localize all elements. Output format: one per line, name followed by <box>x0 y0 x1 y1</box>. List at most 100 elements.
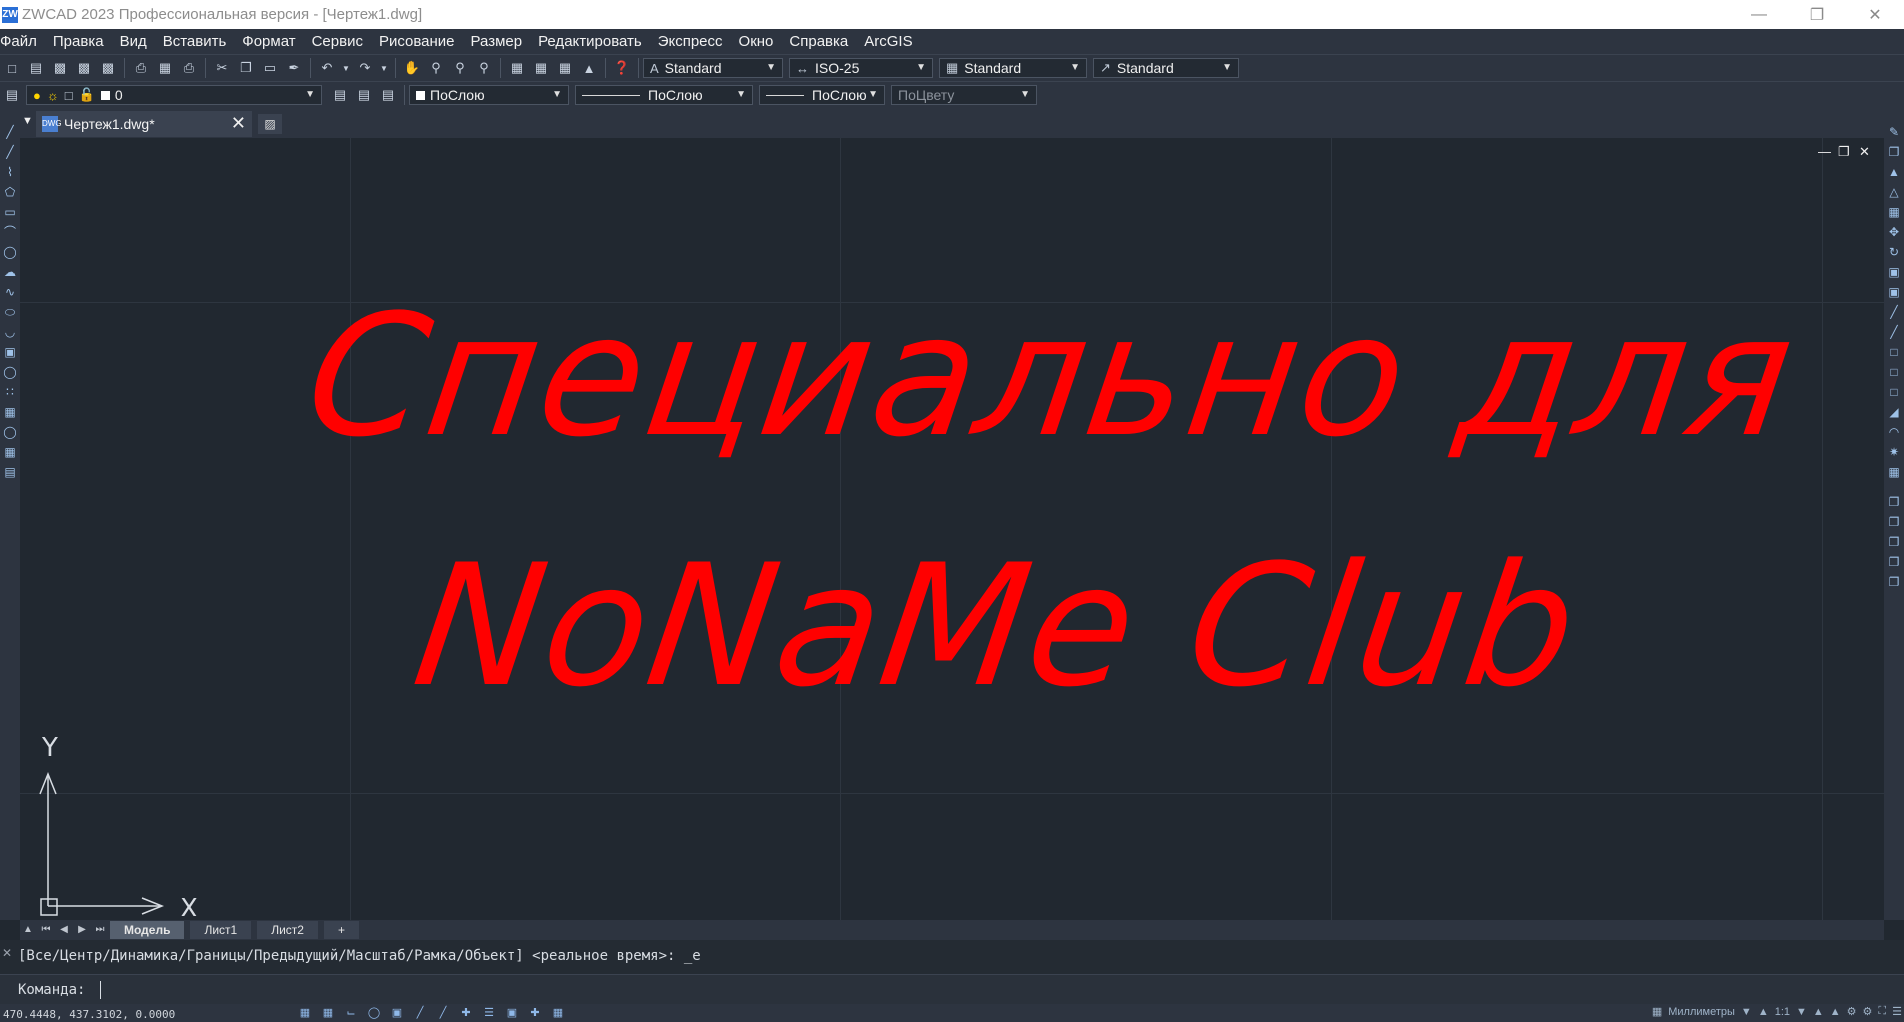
help-icon[interactable]: ❓ <box>612 58 632 78</box>
design-center-icon[interactable]: ▦ <box>531 58 551 78</box>
copy-icon[interactable]: ❐ <box>236 58 256 78</box>
annotation-monitor-icon[interactable]: ▦ <box>549 1005 567 1021</box>
chevron-down-icon[interactable]: ▼ <box>1796 1006 1807 1018</box>
restore-button[interactable]: ❐ <box>1788 0 1846 29</box>
layer-select[interactable]: ● ☼ □ 🔓 0 ▼ <box>26 85 322 105</box>
tab-list-arrow-icon[interactable]: ▼ <box>22 115 33 127</box>
menu-edit[interactable]: Правка <box>45 33 112 50</box>
new-file-icon[interactable]: □ <box>2 58 22 78</box>
tab-sheet2[interactable]: Лист2 <box>257 921 318 939</box>
edit-properties-icon[interactable]: ▦ <box>1886 464 1902 480</box>
menu-file[interactable]: Файл <box>0 33 45 50</box>
draw-order-front-icon[interactable]: ❐ <box>1886 494 1902 510</box>
make-block-icon[interactable]: ◯ <box>2 364 18 380</box>
print-preview-icon[interactable]: ▦ <box>155 58 175 78</box>
selection-cycling-icon[interactable]: ✚ <box>526 1005 544 1021</box>
drawing-text-line2[interactable]: NoNaMe Club <box>404 528 1589 724</box>
draw-order-above-icon[interactable]: ❐ <box>1886 534 1902 550</box>
undo-dropdown-icon[interactable]: ▼ <box>341 58 351 78</box>
polyline-icon[interactable]: ⌇ <box>2 164 18 180</box>
zoom-window-icon[interactable]: ⚲ <box>450 58 470 78</box>
hatch-icon[interactable]: ▦ <box>2 404 18 420</box>
copy-object-icon[interactable]: ❐ <box>1886 144 1902 160</box>
first-tab-icon[interactable]: ⏮ <box>38 922 54 938</box>
revision-cloud-icon[interactable]: ☁ <box>2 264 18 280</box>
spline-icon[interactable]: ∿ <box>2 284 18 300</box>
close-window-button[interactable]: ✕ <box>1846 0 1904 29</box>
lineweight-toggle-icon[interactable]: ☰ <box>480 1005 498 1021</box>
dim-style-select[interactable]: ↔ ISO-25 ▼ <box>789 58 933 78</box>
drawing-canvas[interactable]: — ❐ ✕ Специально для NoNaMe Club Y X <box>20 138 1884 920</box>
text-style-select[interactable]: A Standard ▼ <box>643 58 783 78</box>
viewport-restore-icon[interactable]: ❐ <box>1838 144 1850 160</box>
mleader-style-select[interactable]: ↗ Standard ▼ <box>1093 58 1239 78</box>
insert-block-icon[interactable]: ▣ <box>2 344 18 360</box>
draw-order-under-icon[interactable]: ❐ <box>1886 554 1902 570</box>
paste-icon[interactable]: ▭ <box>260 58 280 78</box>
region-icon[interactable]: ◯ <box>2 424 18 440</box>
menu-view[interactable]: Вид <box>112 33 155 50</box>
menu-tools[interactable]: Сервис <box>304 33 371 50</box>
open-folder-icon[interactable]: ▤ <box>26 58 46 78</box>
pan-hand-icon[interactable]: ✋ <box>402 58 422 78</box>
print-icon[interactable]: ⎙ <box>131 58 151 78</box>
viewport-close-icon[interactable]: ✕ <box>1859 144 1870 160</box>
annotation-visibility-icon[interactable]: ▲ <box>1813 1006 1824 1018</box>
customization-menu-icon[interactable]: ☰ <box>1892 1005 1902 1018</box>
annotation-scale-value[interactable]: 1:1 <box>1775 1006 1790 1018</box>
last-tab-icon[interactable]: ⏭ <box>92 922 108 938</box>
redo-icon[interactable]: ↷ <box>355 58 375 78</box>
menu-window[interactable]: Окно <box>731 33 782 50</box>
offset-icon[interactable]: △ <box>1886 184 1902 200</box>
polar-toggle-icon[interactable]: ◯ <box>365 1005 383 1021</box>
cut-icon[interactable]: ✂ <box>212 58 232 78</box>
transparency-toggle-icon[interactable]: ▣ <box>503 1005 521 1021</box>
mirror-icon[interactable]: ▲ <box>1886 164 1902 180</box>
chevron-down-icon[interactable]: ▼ <box>1741 1006 1752 1018</box>
menu-dimension[interactable]: Размер <box>463 33 531 50</box>
erase-icon[interactable]: ✎ <box>1886 124 1902 140</box>
new-tab-button[interactable]: ▨ <box>258 114 282 134</box>
point-icon[interactable]: ∷ <box>2 384 18 400</box>
array-icon[interactable]: ▦ <box>1886 204 1902 220</box>
snap-toggle-icon[interactable]: ▦ <box>319 1005 337 1021</box>
ortho-toggle-icon[interactable]: ⌙ <box>342 1005 360 1021</box>
dynamic-ucs-icon[interactable]: ╱ <box>434 1005 452 1021</box>
menu-insert[interactable]: Вставить <box>155 33 235 50</box>
add-layout-tab[interactable]: + <box>323 921 359 939</box>
zoom-realtime-icon[interactable]: ⚲ <box>426 58 446 78</box>
text-to-front-icon[interactable]: ❐ <box>1886 574 1902 590</box>
fullscreen-icon[interactable]: ⛶ <box>1878 1005 1886 1018</box>
trim-icon[interactable]: ╱ <box>1886 304 1902 320</box>
table-icon[interactable]: ▦ <box>2 444 18 460</box>
tab-sheet1[interactable]: Лист1 <box>190 921 252 939</box>
drawing-text-line1[interactable]: Специально для <box>296 278 1806 474</box>
close-command-icon[interactable]: ✕ <box>2 946 12 960</box>
layer-states-icon[interactable]: ▤ <box>378 85 398 105</box>
command-input[interactable] <box>100 981 1880 999</box>
menu-help[interactable]: Справка <box>781 33 856 50</box>
line-icon[interactable]: ╱ <box>2 124 18 140</box>
fillet-icon[interactable]: ◠ <box>1886 424 1902 440</box>
dynamic-input-icon[interactable]: ✚ <box>457 1005 475 1021</box>
polygon-icon[interactable]: ⬠ <box>2 184 18 200</box>
break-icon[interactable]: □ <box>1886 364 1902 380</box>
prev-tab-icon[interactable]: ◀ <box>56 922 72 938</box>
scroll-up-icon[interactable]: ▲ <box>20 922 36 938</box>
table-style-select[interactable]: ▦ Standard ▼ <box>939 58 1087 78</box>
circle-icon[interactable]: ◯ <box>2 244 18 260</box>
ray-icon[interactable]: ╱ <box>2 144 18 160</box>
chamfer-icon[interactable]: ◢ <box>1886 404 1902 420</box>
next-tab-icon[interactable]: ▶ <box>74 922 90 938</box>
workspace-icon[interactable]: ⚙ <box>1847 1005 1857 1018</box>
move-icon[interactable]: ✥ <box>1886 224 1902 240</box>
mtext-icon[interactable]: ▤ <box>2 464 18 480</box>
tool-palettes-icon[interactable]: ▦ <box>555 58 575 78</box>
layer-manager-icon[interactable]: ▤ <box>2 85 22 105</box>
undo-icon[interactable]: ↶ <box>317 58 337 78</box>
menu-arcgis[interactable]: ArcGIS <box>856 33 920 50</box>
units-select[interactable]: Миллиметры <box>1668 1006 1735 1018</box>
arc-icon[interactable]: ⌒ <box>2 224 18 240</box>
properties-icon[interactable]: ▦ <box>507 58 527 78</box>
close-tab-icon[interactable]: ✕ <box>231 113 246 134</box>
